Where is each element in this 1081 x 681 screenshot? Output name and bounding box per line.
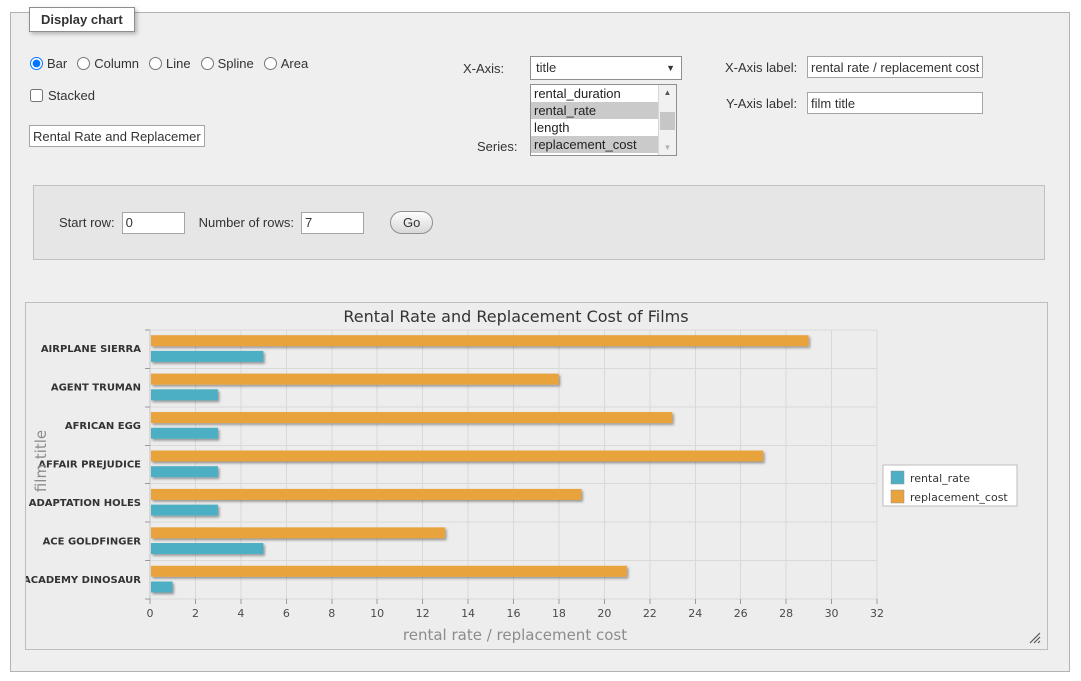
x-axis-label-input[interactable] xyxy=(807,56,983,78)
svg-text:32: 32 xyxy=(870,607,884,620)
series-options: rental_durationrental_ratelengthreplacem… xyxy=(531,85,658,155)
svg-text:14: 14 xyxy=(461,607,475,620)
stacked-checkbox-row[interactable]: Stacked xyxy=(30,88,95,103)
radio-input-line[interactable] xyxy=(149,57,162,70)
start-row-input[interactable] xyxy=(122,212,185,234)
num-rows-input[interactable] xyxy=(301,212,364,234)
x-axis-field-label: X-Axis: xyxy=(463,61,504,76)
svg-text:AFRICAN EGG: AFRICAN EGG xyxy=(65,421,141,432)
series-option-replacement_cost[interactable]: replacement_cost xyxy=(531,136,658,153)
start-row-label: Start row: xyxy=(59,215,115,230)
legend-swatch-replacement_cost[interactable] xyxy=(891,490,904,503)
svg-text:ADAPTATION HOLES: ADAPTATION HOLES xyxy=(29,498,141,509)
svg-text:AIRPLANE SIERRA: AIRPLANE SIERRA xyxy=(41,344,141,355)
bar-rental_rate xyxy=(151,505,218,516)
svg-text:22: 22 xyxy=(643,607,657,620)
legend-swatch-rental_rate[interactable] xyxy=(891,471,904,484)
radio-input-spline[interactable] xyxy=(201,57,214,70)
chart-title-input[interactable] xyxy=(29,125,205,147)
scrollbar-thumb[interactable] xyxy=(660,112,675,130)
svg-text:24: 24 xyxy=(688,607,702,620)
bar-replacement_cost xyxy=(151,374,559,385)
bar-chart: 02468101214161820222426283032AIRPLANE SI… xyxy=(26,303,1045,647)
scroll-up-icon[interactable]: ▲ xyxy=(659,85,676,100)
svg-text:26: 26 xyxy=(734,607,748,620)
num-rows-label: Number of rows: xyxy=(199,215,294,230)
radio-input-area[interactable] xyxy=(264,57,277,70)
chart-title: Rental Rate and Replacement Cost of Film… xyxy=(343,307,688,326)
series-field-label: Series: xyxy=(477,139,517,154)
svg-text:2: 2 xyxy=(192,607,199,620)
svg-text:ACE GOLDFINGER: ACE GOLDFINGER xyxy=(43,536,142,547)
radio-input-bar[interactable] xyxy=(30,57,43,70)
x-axis-label-field-label: X-Axis label: xyxy=(725,60,797,75)
bar-rental_rate xyxy=(151,351,263,362)
series-option-length[interactable]: length xyxy=(531,119,658,136)
bar-replacement_cost xyxy=(151,335,809,346)
row-controls-box: Start row: Number of rows: Go xyxy=(33,185,1045,260)
radio-label: Spline xyxy=(218,56,254,71)
series-listbox[interactable]: rental_durationrental_ratelengthreplacem… xyxy=(530,84,677,156)
svg-text:10: 10 xyxy=(370,607,384,620)
stacked-checkbox[interactable] xyxy=(30,89,43,102)
chart-resize-handle[interactable] xyxy=(1030,633,1040,643)
page: Display chart Bar Column Line Spline Area St… xyxy=(0,0,1081,681)
x-axis-selected-value: title xyxy=(536,60,556,75)
radio-label: Bar xyxy=(47,56,67,71)
svg-text:AFFAIR PREJUDICE: AFFAIR PREJUDICE xyxy=(38,460,141,471)
svg-text:0: 0 xyxy=(147,607,154,620)
chart-type-radio-bar[interactable]: Bar xyxy=(30,56,67,71)
svg-text:28: 28 xyxy=(779,607,793,620)
svg-text:ACADEMY DINOSAUR: ACADEMY DINOSAUR xyxy=(26,575,141,586)
bar-replacement_cost xyxy=(151,527,445,538)
bar-replacement_cost xyxy=(151,566,627,577)
svg-text:4: 4 xyxy=(237,607,244,620)
bar-replacement_cost xyxy=(151,450,763,461)
bar-rental_rate xyxy=(151,543,263,554)
svg-text:AGENT TRUMAN: AGENT TRUMAN xyxy=(51,383,141,394)
display-chart-panel: Display chart BarColumnLineSplineArea St… xyxy=(10,12,1070,672)
bar-replacement_cost xyxy=(151,489,581,500)
scroll-down-icon[interactable]: ▼ xyxy=(659,140,676,155)
bar-rental_rate xyxy=(151,389,218,400)
stacked-label: Stacked xyxy=(48,88,95,103)
scrollbar-track[interactable] xyxy=(659,100,676,140)
radio-input-column[interactable] xyxy=(77,57,90,70)
panel-title: Display chart xyxy=(29,7,135,32)
svg-text:6: 6 xyxy=(283,607,290,620)
y-axis-title: film title xyxy=(32,430,50,492)
series-scrollbar[interactable]: ▲ ▼ xyxy=(658,85,676,155)
bar-replacement_cost xyxy=(151,412,672,423)
svg-text:30: 30 xyxy=(825,607,839,620)
legend-label-rental_rate[interactable]: rental_rate xyxy=(910,472,970,485)
radio-label: Line xyxy=(166,56,191,71)
chart-type-radio-line[interactable]: Line xyxy=(149,56,191,71)
bar-rental_rate xyxy=(151,581,172,592)
chart-type-radio-group: Bar Column Line Spline Area xyxy=(30,56,318,71)
series-option-rental_duration[interactable]: rental_duration xyxy=(531,85,658,102)
series-option-rental_rate[interactable]: rental_rate xyxy=(531,102,658,119)
bar-rental_rate xyxy=(151,466,218,477)
x-axis-select[interactable]: title ▼ xyxy=(530,56,682,80)
bar-rental_rate xyxy=(151,428,218,439)
legend-label-replacement_cost[interactable]: replacement_cost xyxy=(910,491,1008,504)
go-button[interactable]: Go xyxy=(390,211,433,234)
y-axis-label-input[interactable] xyxy=(807,92,983,114)
svg-text:18: 18 xyxy=(552,607,566,620)
radio-label: Area xyxy=(281,56,308,71)
chart-type-radio-spline[interactable]: Spline xyxy=(201,56,254,71)
x-axis-title: rental rate / replacement cost xyxy=(403,626,627,644)
chart-type-radio-column[interactable]: Column xyxy=(77,56,139,71)
chart-type-radio-area[interactable]: Area xyxy=(264,56,308,71)
chart-container: 02468101214161820222426283032AIRPLANE SI… xyxy=(25,302,1048,650)
y-axis-label-field-label: Y-Axis label: xyxy=(726,96,797,111)
svg-text:20: 20 xyxy=(597,607,611,620)
svg-text:16: 16 xyxy=(507,607,521,620)
svg-text:12: 12 xyxy=(416,607,430,620)
radio-label: Column xyxy=(94,56,139,71)
dropdown-arrow-icon: ▼ xyxy=(666,57,675,79)
svg-text:8: 8 xyxy=(328,607,335,620)
